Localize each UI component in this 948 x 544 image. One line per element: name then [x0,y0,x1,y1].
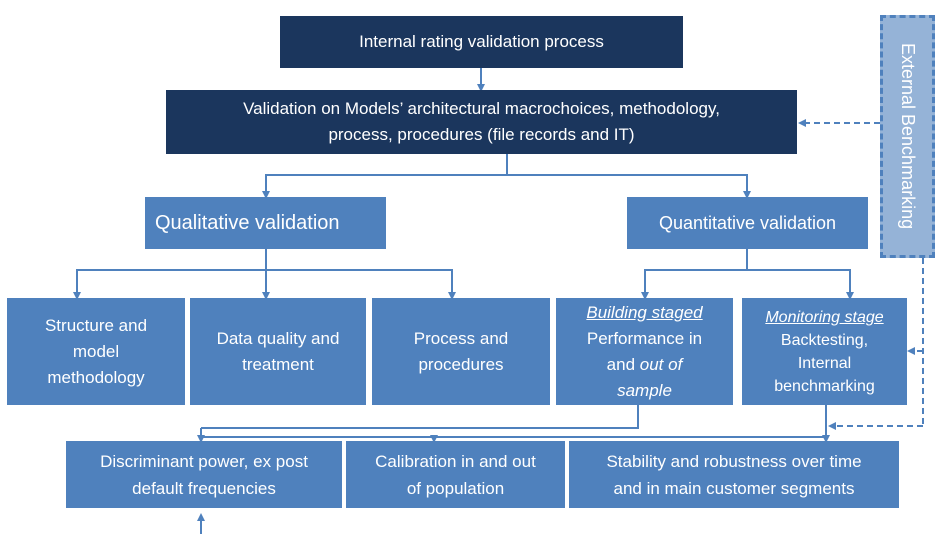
quantitative-to-building-arrow [641,269,747,300]
qualitative-node: Qualitative validation [145,197,386,249]
stability-node: Stability and robustness over time and i… [569,441,899,508]
building-stage-line2: and out of [607,352,683,378]
data-quality-node: Data quality and treatment [190,298,366,405]
discriminant-line2: default frequencies [132,478,276,498]
process-line1: Process and [413,328,509,348]
stability-line2: and in main customer segments [613,478,855,498]
process-node: Process and procedures [372,298,550,405]
external-benchmarking-label: External Benchmarking [898,43,918,230]
process-line2: procedures [418,354,504,374]
calibration-line1: Calibration in and out [375,451,536,471]
monitoring-stage-node: Monitoring stage Backtesting, Internal b… [742,298,907,405]
structure-line1: Structure and [44,315,148,335]
structure-line3: methodology [47,367,145,387]
discriminant-power-node: Discriminant power, ex post default freq… [66,441,342,508]
quantitative-to-monitoring-arrow [747,269,854,300]
calibration-line2: of population [406,478,505,498]
structure-node: Structure and model methodology [7,298,185,405]
building-stage-line2a: and [606,354,640,374]
quantitative-node: Quantitative validation [627,197,868,249]
data-quality-line2: treatment [242,354,314,374]
structure-line2: model [72,341,120,361]
qualitative-to-process-arrow [266,269,456,300]
discriminant-line1: Discriminant power, ex post [100,451,308,471]
building-stage-line3: sample [617,380,672,400]
root-label: Internal rating validation process [359,32,604,51]
monitoring-stage-heading: Monitoring stage [765,308,884,326]
data-quality-line1: Data quality and [216,328,340,348]
building-stage-line2b: out of [639,354,683,374]
macro-to-qualitative-arrow [262,174,507,199]
quantitative-label: Quantitative validation [658,212,837,233]
stability-line1: Stability and robustness over time [606,451,862,471]
external-benchmarking-node: External Benchmarking [880,15,935,258]
macro-to-quantitative-arrow [507,174,751,199]
macro-line2: process, procedures (file records and IT… [328,125,635,144]
macro-node: Validation on Models’ architectural macr… [166,90,797,154]
monitoring-stage-line3: benchmarking [774,377,875,395]
macro-line1: Validation on Models’ architectural macr… [243,99,720,118]
monitoring-stage-line1: Backtesting, [780,331,869,349]
qualitative-label: Qualitative validation [155,211,340,234]
building-stage-line1: Performance in [586,328,703,348]
building-stage-node: Building staged Performance in and out o… [556,298,733,405]
building-stage-heading: Building staged [586,302,703,322]
monitoring-stage-line2: Internal [797,354,852,372]
monitoring-to-outcomes-line [201,405,827,438]
root-node: Internal rating validation process [280,16,683,68]
building-to-outcomes-line [201,405,639,429]
qualitative-to-structure-arrow [73,269,266,300]
calibration-node: Calibration in and out of population [346,441,565,508]
